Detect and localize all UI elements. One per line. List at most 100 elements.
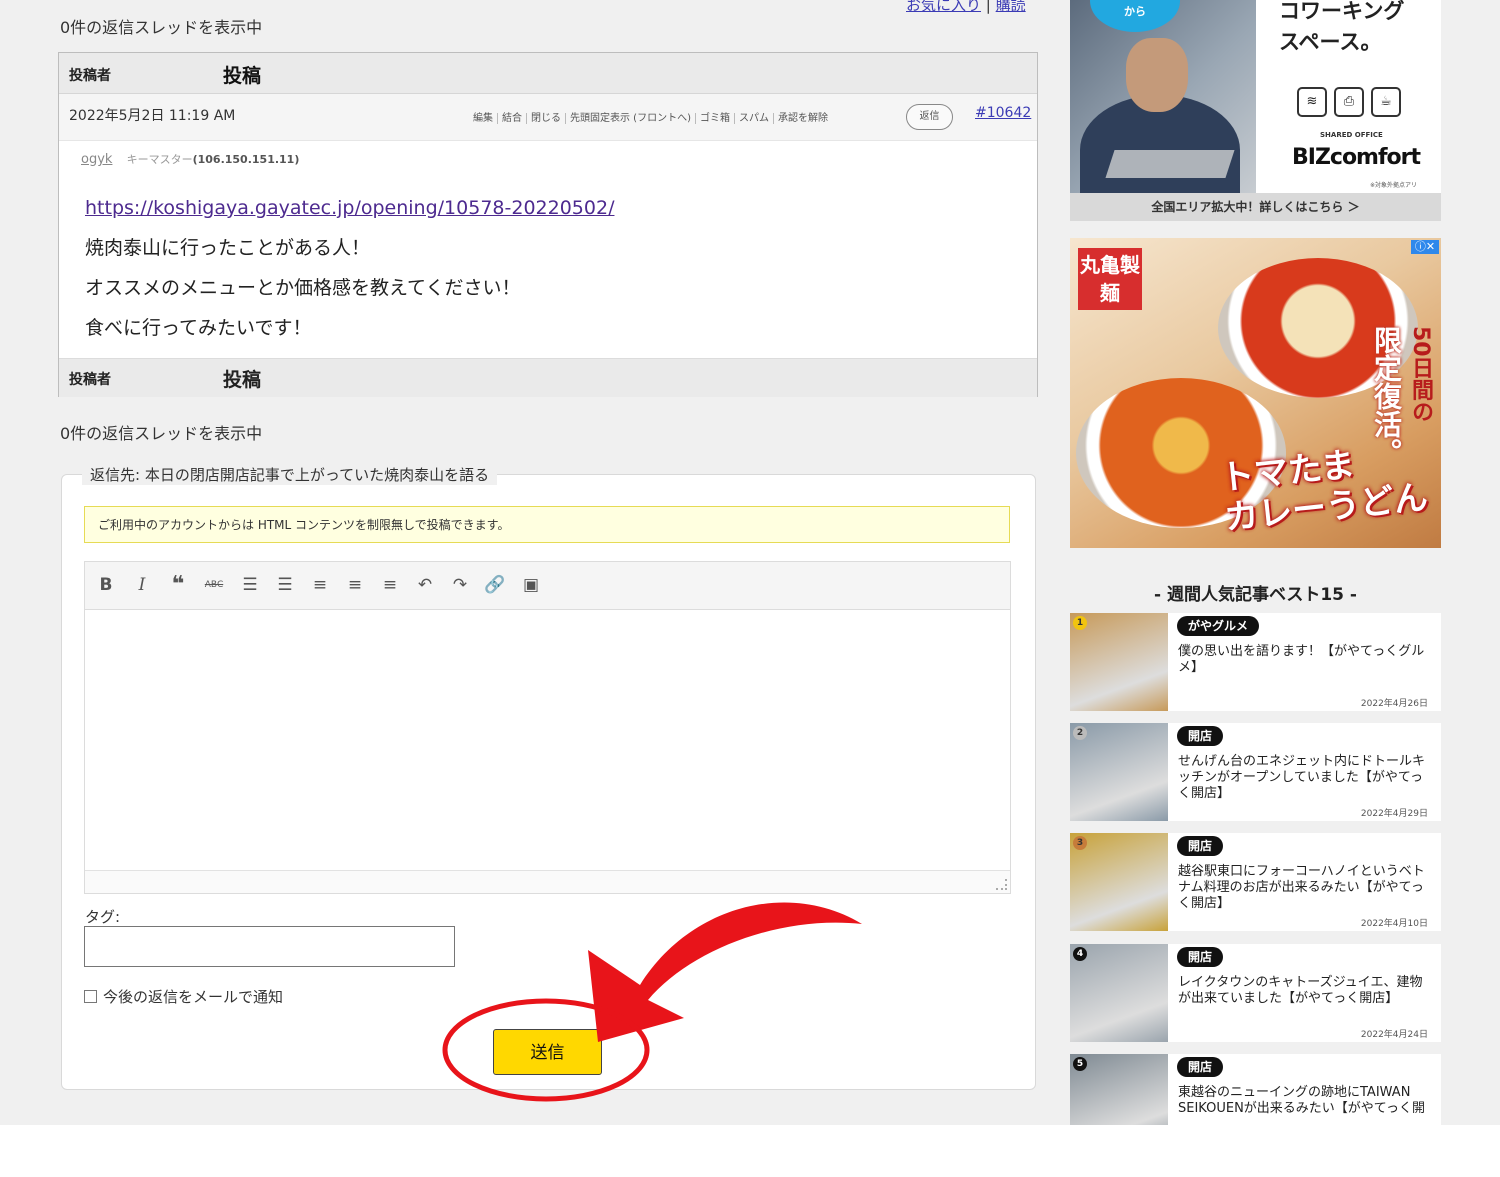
ad-headline-line: スペース。 <box>1279 30 1382 54</box>
ad-logo: 丸亀製麺 <box>1078 248 1142 310</box>
admin-link-close[interactable]: 閉じる <box>527 113 566 124</box>
category-badge[interactable]: 開店 <box>1177 1057 1224 1077</box>
editor-toolbar: B I ❝ ABC ☰ ☰ ≡ ≡ ≡ ↶ ↷ 🔗 ▣ <box>85 562 1010 610</box>
post-line: 焼肉泰山に行ったことがある人！ <box>85 237 371 259</box>
rank-badge: 5 <box>1073 1057 1087 1071</box>
reply-button[interactable]: 返信 <box>906 104 953 130</box>
ad-laptop <box>1105 150 1235 178</box>
rank-badge: 1 <box>1073 616 1087 630</box>
footer-post: 投稿 <box>223 369 262 391</box>
ranking-title-text[interactable]: 僕の思い出を語ります！【がやてっくグルメ】 <box>1178 644 1430 676</box>
category-badge[interactable]: がやグルメ <box>1177 616 1260 636</box>
topic-table: 投稿者 投稿 2022年5月2日 11:19 AM 編集 結合 閉じる 先頭固定表示 … <box>58 52 1038 397</box>
editor-textarea[interactable] <box>85 610 1010 870</box>
ranking-date: 2022年4月10日 <box>1360 919 1428 929</box>
post-line: 食べに行ってみたいです！ <box>85 317 312 339</box>
italic-icon[interactable]: I <box>129 572 155 598</box>
ranking-item[interactable]: 5 開店東越谷のニューイングの跡地にTAIWAN SEIKOUENが出来るみたい【… <box>1070 1054 1441 1125</box>
ranking-item[interactable]: 4 開店レイクタウンのキャトーズジュイエ、建物が出来ていました【がやてっく開店】 2… <box>1070 944 1441 1042</box>
printer-icon: ⎙ <box>1334 87 1364 117</box>
ad-headline-line: コワーキング <box>1279 0 1405 23</box>
ad-footnote: ※対象外拠点アリ <box>1370 182 1418 189</box>
rank-badge: 2 <box>1073 726 1087 740</box>
editor-statusbar <box>85 870 1010 893</box>
ranking-title-text[interactable]: レイクタウンのキャトーズジュイエ、建物が出来ていました【がやてっく開店】 <box>1178 975 1430 1007</box>
page-content: お気に入り | 購読 0件の返信スレッドを表示中 投稿者 投稿 2022年5月2… <box>0 0 1500 1125</box>
post-link[interactable]: https://koshigaya.gayatec.jp/opening/105… <box>85 197 614 219</box>
ad-person-head <box>1126 38 1188 112</box>
category-badge[interactable]: 開店 <box>1177 836 1224 856</box>
admin-link-trash[interactable]: ゴミ箱 <box>695 113 735 124</box>
notify-option[interactable]: 今後の返信をメールで通知 <box>84 986 283 1007</box>
category-badge[interactable]: 開店 <box>1177 726 1224 746</box>
admin-link-unapprove[interactable]: 承認を解除 <box>774 113 832 124</box>
notify-label: 今後の返信をメールで通知 <box>103 988 284 1006</box>
ranking-date: 2022年4月24日 <box>1360 1030 1428 1040</box>
reply-editor: B I ❝ ABC ☰ ☰ ≡ ≡ ≡ ↶ ↷ 🔗 ▣ <box>84 561 1011 894</box>
udon-ad[interactable]: 丸亀製麺 50日間の 限定復活。 トマたま カレーうどん ⓘ✕ <box>1070 238 1441 548</box>
ranking-title-text[interactable]: 東越谷のニューイングの跡地にTAIWAN SEIKOUENが出来るみたい【がやて… <box>1178 1085 1430 1117</box>
ranking-title-text[interactable]: 越谷駅東口にフォーコーハノイというベトナム料理のお店が出来るみたい【がやてっく開… <box>1178 864 1430 912</box>
notify-checkbox[interactable] <box>84 990 97 1003</box>
wifi-icon: ≋ <box>1297 87 1327 117</box>
favorite-link[interactable]: お気に入り <box>906 0 981 14</box>
table-header: 投稿者 投稿 <box>59 53 1037 94</box>
bold-icon[interactable]: B <box>93 572 119 598</box>
top-links: お気に入り | 購読 <box>906 0 1026 15</box>
ranking-title: - 週間人気記事ベスト15 - <box>1154 585 1357 605</box>
tags-input[interactable] <box>84 926 455 967</box>
ad-choices-icon[interactable]: ⓘ✕ <box>1411 240 1439 254</box>
redo-icon[interactable]: ↷ <box>447 572 473 598</box>
ranking-date: 2022年4月29日 <box>1360 809 1428 819</box>
ranking-title-text[interactable]: せんげん台のエネジェット内にドトールキッチンがオープンしていました【がやてっく開… <box>1178 754 1430 802</box>
rank-badge: 3 <box>1073 836 1087 850</box>
coffee-icon: ☕ <box>1371 87 1401 117</box>
author-role: キーマスター <box>126 153 193 166</box>
submit-button[interactable]: 送信 <box>493 1029 602 1075</box>
author-name[interactable]: ogyk <box>81 152 112 167</box>
strikethrough-icon[interactable]: ABC <box>201 572 227 598</box>
rank-badge: 4 <box>1073 947 1087 961</box>
ad-vertical-text: 50日間の <box>1408 326 1433 423</box>
ranking-item[interactable]: 3 開店越谷駅東口にフォーコーハノイというベトナム料理のお店が出来るみたい【がやて… <box>1070 833 1441 931</box>
undo-icon[interactable]: ↶ <box>412 572 438 598</box>
ad-brand: BIZcomfort <box>1292 145 1421 170</box>
post-author: ogyk キーマスター(106.150.151.11) <box>81 151 299 167</box>
thread-count-top: 0件の返信スレッドを表示中 <box>60 18 263 37</box>
image-icon[interactable]: ▣ <box>518 572 544 598</box>
admin-link-edit[interactable]: 編集 <box>469 113 498 124</box>
admin-link-stick[interactable]: 先頭固定表示 (フロントへ) <box>566 113 696 124</box>
ranking-item[interactable]: 1 がやグルメ僕の思い出を語ります！【がやてっくグルメ】 2022年4月26日 <box>1070 613 1441 711</box>
blockquote-icon[interactable]: ❝ <box>165 572 191 598</box>
align-left-icon[interactable]: ≡ <box>307 572 333 598</box>
post-permalink[interactable]: #10642 <box>975 105 1031 121</box>
post-line: オススメのメニューとか価格感を教えてください！ <box>85 277 521 299</box>
category-badge[interactable]: 開店 <box>1177 947 1224 967</box>
bullet-list-icon[interactable]: ☰ <box>237 572 263 598</box>
ad-banner-link[interactable]: 全国エリア拡大中！詳しくはこちら ＞ <box>1070 193 1441 221</box>
coworking-ad[interactable]: から コワーキング スペース。 ≋ ⎙ ☕ SHARED OFFICE BIZcom… <box>1070 0 1441 221</box>
link-separator: | <box>985 0 991 14</box>
link-icon[interactable]: 🔗 <box>482 572 508 598</box>
ranking-item[interactable]: 2 開店せんげん台のエネジェット内にドトールキッチンがオープンしていました【がやて… <box>1070 723 1441 821</box>
admin-links: 編集 結合 閉じる 先頭固定表示 (フロントへ) ゴミ箱 スパム 承認を解除 <box>469 109 832 124</box>
html-notice: ご利用中のアカウントからは HTML コンテンツを制限無しで投稿できます。 <box>84 506 1010 543</box>
author-ip: (106.150.151.11) <box>192 153 300 166</box>
post-date: 2022年5月2日 11:19 AM <box>69 108 236 124</box>
reply-form-legend: 返信先: 本日の閉店開店記事で上がっていた焼肉泰山を語る <box>82 464 498 485</box>
admin-link-merge[interactable]: 結合 <box>498 113 527 124</box>
tags-label: タグ: <box>85 908 121 926</box>
numbered-list-icon[interactable]: ☰ <box>272 572 298 598</box>
align-center-icon[interactable]: ≡ <box>342 572 368 598</box>
admin-link-spam[interactable]: スパム <box>734 113 774 124</box>
ad-icons: ≋ ⎙ ☕ <box>1297 87 1408 117</box>
post-body: https://koshigaya.gayatec.jp/opening/105… <box>85 188 614 348</box>
table-footer: 投稿者 投稿 <box>59 358 1037 397</box>
subscribe-link[interactable]: 購読 <box>996 0 1026 14</box>
resize-handle-icon[interactable] <box>996 879 1007 890</box>
ranking-date: 2022年4月26日 <box>1360 699 1428 709</box>
align-right-icon[interactable]: ≡ <box>377 572 403 598</box>
footer-author: 投稿者 <box>69 372 111 388</box>
ad-photo: から <box>1070 0 1256 205</box>
post-meta-row: 2022年5月2日 11:19 AM 編集 結合 閉じる 先頭固定表示 (フロントへ)… <box>59 94 1037 141</box>
